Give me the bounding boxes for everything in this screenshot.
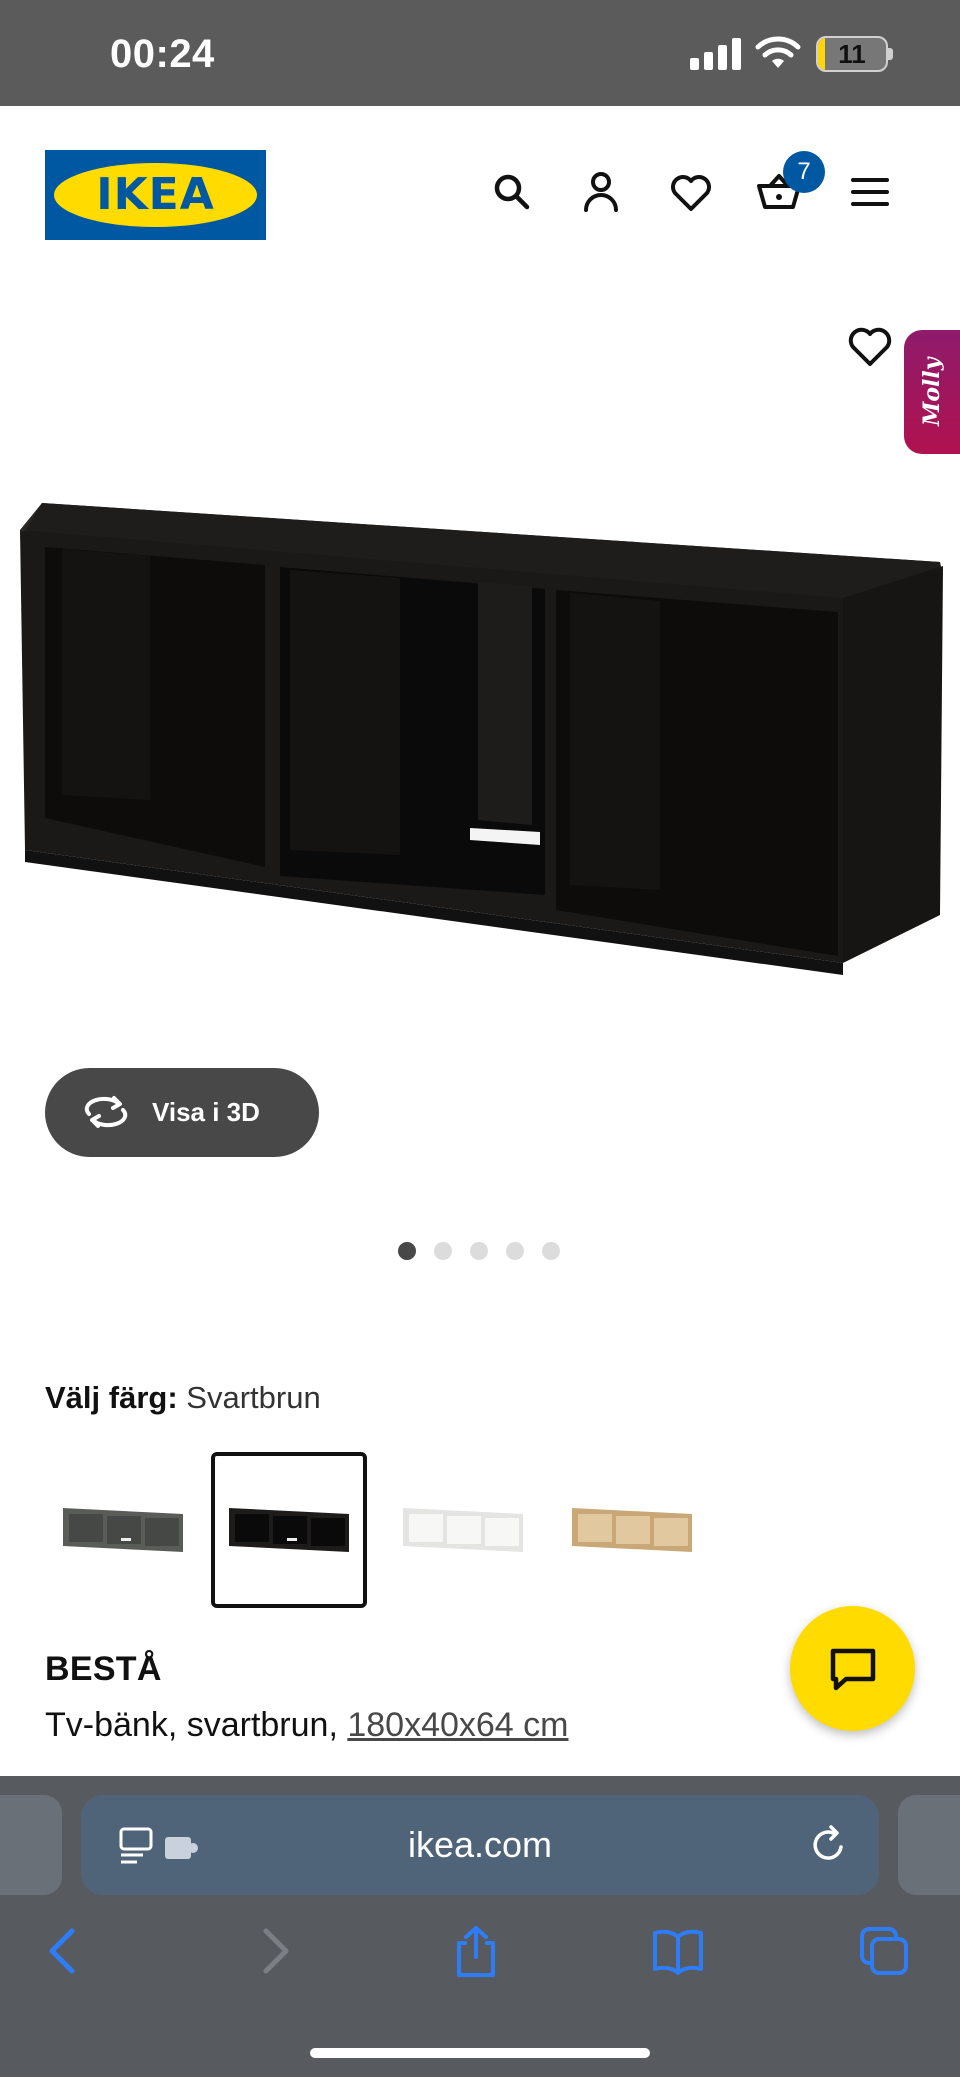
home-indicator[interactable]	[310, 2048, 650, 2058]
logo-text: IKEA	[96, 169, 215, 220]
address-bar[interactable]: ikea.com	[81, 1795, 879, 1895]
product-description: Tv-bänk, svartbrun, 180x40x64 cm	[45, 1706, 568, 1745]
next-tab-preview[interactable]	[898, 1795, 960, 1895]
product-name: BESTÅ	[45, 1650, 162, 1688]
view-in-3d-button[interactable]: Visa i 3D	[45, 1068, 319, 1157]
color-swatch-white-stained-oak[interactable]	[554, 1452, 710, 1608]
carousel-dot[interactable]	[506, 1242, 524, 1260]
carousel-dot[interactable]	[398, 1242, 416, 1260]
carousel-dot[interactable]	[542, 1242, 560, 1260]
search-icon[interactable]	[488, 168, 536, 216]
color-selector-label: Välj färg: Svartbrun	[45, 1380, 321, 1416]
color-swatch-white[interactable]	[385, 1452, 541, 1608]
molly-label: Molly	[919, 357, 945, 427]
tabs-icon[interactable]	[858, 1925, 910, 1977]
cart-count-badge: 7	[783, 151, 825, 193]
image-carousel-dots	[398, 1242, 568, 1262]
carousel-dot[interactable]	[434, 1242, 452, 1260]
battery-level: 11	[838, 39, 866, 69]
previous-tab-preview[interactable]	[0, 1795, 62, 1895]
view-in-3d-label: Visa i 3D	[152, 1097, 260, 1127]
heart-icon[interactable]	[667, 168, 715, 216]
chat-button[interactable]	[790, 1606, 915, 1731]
cellular-signal-icon	[690, 38, 742, 70]
rotate-3d-icon	[84, 1096, 128, 1128]
bookmarks-icon[interactable]	[652, 1925, 704, 1977]
status-time: 00:24	[110, 32, 215, 76]
color-swatch-black-brown[interactable]	[211, 1452, 367, 1608]
product-dimensions-link[interactable]: 180x40x64 cm	[347, 1706, 568, 1744]
share-icon[interactable]	[450, 1925, 502, 1977]
menu-icon[interactable]	[846, 168, 894, 216]
product-image[interactable]	[0, 300, 960, 1080]
favourite-product-icon[interactable]	[847, 325, 893, 367]
color-label: Välj färg:	[45, 1380, 178, 1415]
chat-icon	[830, 1648, 876, 1691]
url-text: ikea.com	[407, 1824, 553, 1865]
color-swatch-grey[interactable]	[45, 1452, 201, 1608]
account-icon[interactable]	[577, 168, 625, 216]
product-description-text: Tv-bänk, svartbrun,	[45, 1706, 348, 1744]
carousel-dot[interactable]	[470, 1242, 488, 1260]
color-value: Svartbrun	[186, 1380, 321, 1415]
back-icon[interactable]	[38, 1925, 90, 1977]
battery-nub	[888, 48, 893, 60]
ikea-logo[interactable]: IKEA	[45, 150, 266, 240]
reload-icon[interactable]	[809, 1825, 849, 1865]
forward-icon[interactable]	[248, 1925, 300, 1977]
molly-assistant-tab[interactable]: Molly	[904, 330, 960, 454]
wifi-icon	[755, 36, 801, 68]
battery-icon: 11	[816, 36, 888, 72]
